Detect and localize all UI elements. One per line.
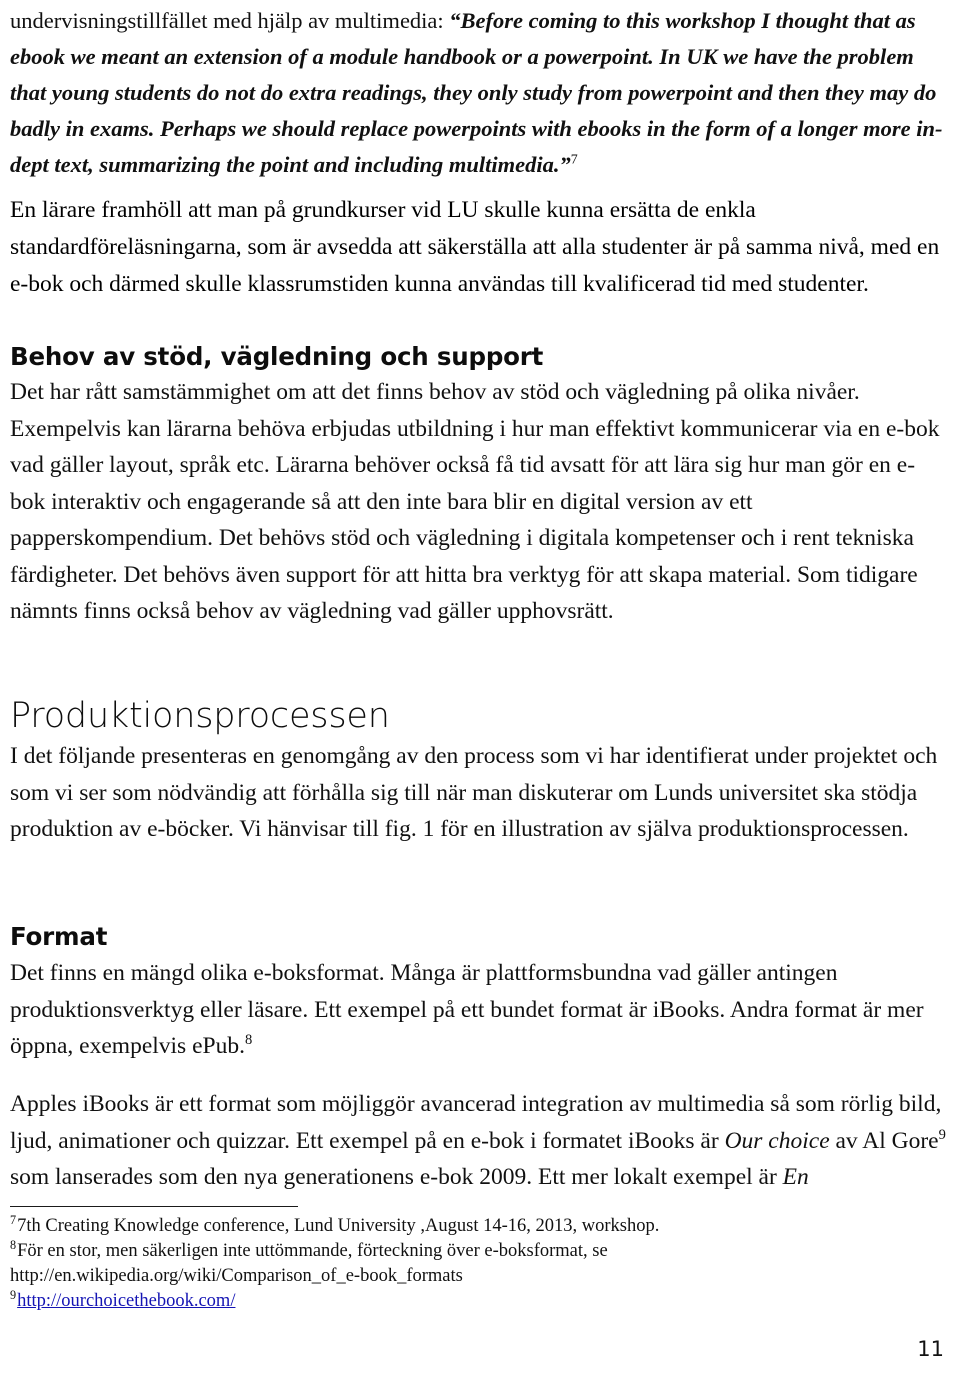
footnote-separator-rule [10,1206,298,1207]
footnote-item-7: 77th Creating Knowledge conference, Lund… [10,1214,810,1239]
ibooks-text-part3: som lanserades som den nya generationens… [10,1164,783,1190]
ibooks-text-part2: av Al Gore [829,1127,939,1154]
format-paragraph: Det finns en mängd olika e-boksformat. M… [10,955,952,1065]
page-number: 11 [917,1337,944,1361]
quote-text: “Before coming to this workshop I though… [10,8,943,177]
footnote-list: 77th Creating Knowledge conference, Lund… [10,1214,810,1314]
footnote-marker-7: 7 [10,1212,17,1227]
title-en-continued: En [782,1164,809,1190]
footnote-text-8: För en stor, men säkerligen inte uttömma… [17,1241,608,1261]
ibooks-paragraph: Apples iBooks är ett format som möjliggö… [10,1086,950,1196]
support-paragraph: Det har rått samstämmighet om att det fi… [10,379,940,624]
title-our-choice: Our choice [724,1127,830,1154]
format-paragraph-text: Det finns en mängd olika e-boksformat. M… [10,960,924,1059]
production-paragraph: I det följande presenteras en genomgång … [10,743,938,842]
teacher-paragraph: En lärare framhöll att man på grundkurse… [10,197,940,297]
footnote-text-7: 7th Creating Knowledge conference, Lund … [17,1216,660,1236]
footnote-marker-9: 9 [10,1287,17,1302]
footnote-text-8-continuation: http://en.wikipedia.org/wiki/Comparison_… [10,1266,463,1286]
quote-paragraph: undervisningstillfället med hjälp av mul… [10,2,950,183]
heading-support: Behov av stöd, vägledning och support [10,342,544,371]
footnote-link-ourchoicethebook[interactable]: http://ourchoicethebook.com/ [17,1291,235,1311]
footnote-item-9: 9http://ourchoicethebook.com/ [10,1289,810,1314]
footnote-marker-8: 8 [10,1237,17,1252]
footnote-ref-7[interactable]: 7 [571,153,578,168]
quote-lead-in: undervisningstillfället med hjälp av mul… [10,8,450,33]
heading-format: Format [10,922,108,951]
footnotes-section: 77th Creating Knowledge conference, Lund… [10,1206,810,1314]
footnote-item-8: 8För en stor, men säkerligen inte uttömm… [10,1239,810,1264]
document-page: undervisningstillfället med hjälp av mul… [0,0,960,1391]
footnote-ref-8[interactable]: 8 [245,1032,252,1048]
footnote-ref-9[interactable]: 9 [939,1127,946,1143]
footnote-url-wikipedia: http://en.wikipedia.org/wiki/Comparison_… [10,1264,810,1289]
heading-produktionsprocessen: Produktionsprocessen [10,696,390,736]
